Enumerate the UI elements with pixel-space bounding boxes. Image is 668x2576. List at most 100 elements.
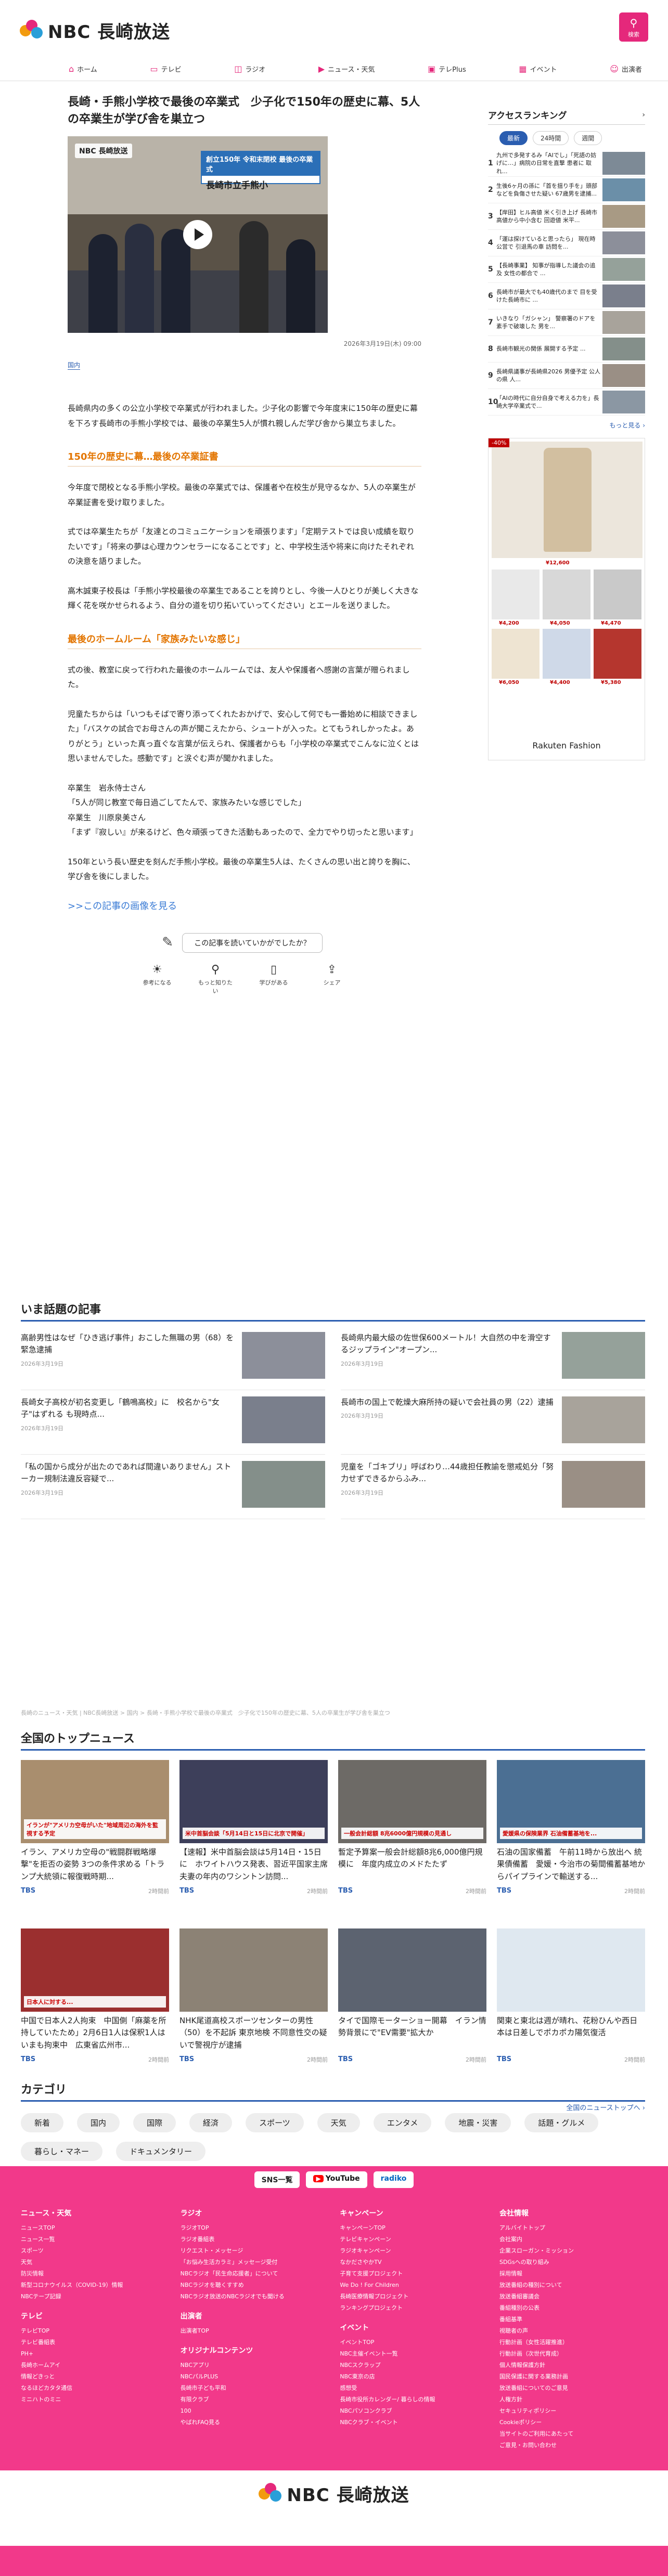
footer-link[interactable]: 長崎医療情報プロジェクト [340,2291,485,2302]
category-chip[interactable]: 新着 [21,2113,64,2132]
topnews-item[interactable]: 愛媛県の保険業界 石油備蓄基地を... 石油の国家備蓄 午前11時から放出へ 統果… [497,1760,645,1926]
trending-item[interactable]: 「私の国から成分が出たのであれば間違いありません」ストーカー規制法違反容疑で..… [21,1461,325,1519]
topnews-item[interactable]: 関東と東北は週が晴れ、花粉ひんや西日本は日差しでポカポカ陽気復活 TBS 2時間前 [497,1928,645,2095]
play-icon[interactable] [183,220,212,249]
reaction-share[interactable]: ⇪ シェア [312,963,352,995]
nav-news[interactable]: ▶ ニュース・天気 [312,57,381,81]
category-chip[interactable]: 話題・グルメ [524,2113,599,2132]
ranking-more-link[interactable]: もっと見る › [488,421,645,430]
footer-link[interactable]: 企業スローガン・ミッション [499,2245,645,2257]
footer-link[interactable]: ラジオTOP [181,2222,326,2234]
footer-link[interactable]: ラジオ番組表 [181,2234,326,2245]
reaction-more[interactable]: ⚲ もっと知りたい [196,963,235,995]
footer-link[interactable]: ラジオキャンペーン [340,2245,485,2257]
category-chip[interactable]: 国際 [133,2113,176,2132]
ranking-item[interactable]: 7 いきなり「ガシャン」 警察署のドアを素手で破壊した 男を... [488,309,645,336]
footer-link[interactable]: 会社案内 [499,2234,645,2245]
topnews-item[interactable]: 米中首脳会談「5月14日と15日に北京で開催」 【速報】米中首脳会談は5月14日・… [179,1760,328,1926]
footer-link[interactable]: 放送番組審議会 [499,2291,645,2302]
nav-event[interactable]: ▦ イベント [512,57,563,81]
footer-link[interactable]: キャンペーンTOP [340,2222,485,2234]
ranking-item[interactable]: 6 長崎市が最大でも40歳代のまで 目を受けた長崎市に ... [488,283,645,309]
footer-link[interactable]: 防災情報 [21,2268,166,2280]
article-category-tag[interactable]: 国内 [68,360,81,370]
footer-link[interactable]: NBCテープ記録 [21,2291,166,2302]
footer-link[interactable]: 100 [181,2405,326,2417]
ranking-item[interactable]: 2 生後6ヶ月の孫に「首を揺り手を」頭部などを負傷させた疑い 67歳男を逮捕... [488,177,645,203]
nav-cast[interactable]: ☺ 出演者 [603,57,648,81]
footer-heading[interactable]: 会社情報 [499,2208,645,2218]
topnews-item[interactable]: 日本人に対する... 中国で日本人2人拘束 中国側「麻薬を所持していたため」2月6… [21,1928,169,2095]
footer-link[interactable]: やばれFAQ見る [181,2417,326,2428]
footer-link[interactable]: 子育て支援プロジェクト [340,2268,485,2280]
footer-link[interactable]: NBCスクラップ [340,2360,485,2371]
footer-link[interactable]: 出演者TOP [181,2325,326,2337]
footer-heading[interactable]: ニュース・天気 [21,2208,166,2218]
footer-link[interactable]: NBCパルPLUS [181,2371,326,2383]
footer-link[interactable]: We Do ! For Children [340,2280,485,2291]
reaction-learn[interactable]: ▯ 学びがある [254,963,293,995]
category-chip[interactable]: ドキュメンタリー [116,2142,206,2161]
footer-link[interactable]: NBCラジオを聴くすすめ [181,2280,326,2291]
footer-link[interactable]: 番組基準 [499,2314,645,2325]
footer-link[interactable]: テレビキャンペーン [340,2234,485,2245]
footer-link[interactable]: NBC主催イベント一覧 [340,2348,485,2360]
trending-item[interactable]: 高齢男性はなぜ「ひき逃げ事件」おこした無職の男（68）を緊急逮捕 2026年3月1… [21,1332,325,1390]
ranking-item[interactable]: 3 【岸田】ヒル高値 米く引き上げ 長崎市高値から中小含む 回遊値 米平... [488,203,645,230]
footer-link[interactable]: Cookieポリシー [499,2417,645,2428]
footer-link[interactable]: 当サイトのご利用にあたって [499,2428,645,2440]
footer-link[interactable]: NBC東京の店 [340,2371,485,2383]
category-chip[interactable]: スポーツ [246,2113,304,2132]
footer-link[interactable]: ニュースTOP [21,2222,166,2234]
footer-link[interactable]: NBCラジオ「民生命応援者」について [181,2268,326,2280]
footer-link[interactable]: 視聴者の声 [499,2325,645,2337]
topnews-item[interactable]: NHK尾道高校スポーツセンターの男性（50）を不起訴 東京地検 不同意性交の疑い… [179,1928,328,2095]
footer-link[interactable]: 新型コロナウイルス（COVID-19）情報 [21,2280,166,2291]
footer-link[interactable]: 放送番組の種別について [499,2280,645,2291]
footer-link[interactable]: NBCラジオ放送のNBCラジオでも聞ける [181,2291,326,2302]
category-chip[interactable]: 経済 [189,2113,233,2132]
trending-item[interactable]: 長崎市の国上で乾燥大麻所持の疑いで会社員の男（22）逮捕 2026年3月19日 [341,1396,645,1455]
ranking-item[interactable]: 8 長崎市観光の関係 展開する予定 ... [488,336,645,363]
trending-item[interactable]: 長崎女子高校が初名変更し「鶴鳴高校」に 校名から"女子"はずれる も現時点...… [21,1396,325,1455]
category-chip[interactable]: 地震・災害 [445,2113,511,2132]
footer-link[interactable]: 国民保護に関する業務計画 [499,2371,645,2383]
ranking-item[interactable]: 5 【長崎事業】 知事が指導した議会の追及 女性の都合で ... [488,256,645,283]
footer-link[interactable]: リクエスト・メッセージ [181,2245,326,2257]
category-chip[interactable]: 国内 [77,2113,120,2132]
site-logo[interactable]: NBC 長崎放送 [20,18,170,43]
footer-link[interactable]: イベントTOP [340,2337,485,2348]
article-video[interactable]: NBC 長崎放送 創立150年 令和末閉校 最後の卒業式 長崎市立手熊小 [68,136,328,333]
sns-list-button[interactable]: SNS一覧 [254,2171,300,2188]
youtube-button[interactable]: ▶ YouTube [306,2171,367,2188]
footer-heading[interactable]: イベント [340,2322,485,2333]
footer-link[interactable]: NBCクラブ・イベント [340,2417,485,2428]
ranking-item[interactable]: 1 九州で多発するみ「AIでし」「死語の妨げに…」病院の日常を直撃 患者に 取れ.… [488,150,645,177]
footer-link[interactable]: なかださやかTV [340,2257,485,2268]
nav-tv[interactable]: ▭ テレビ [144,57,187,81]
footer-link[interactable]: 情報どきっと [21,2371,166,2383]
footer-link[interactable]: 感想受 [340,2383,485,2394]
footer-logo[interactable]: NBC 長崎放送 [0,2481,668,2506]
nav-radio[interactable]: ◫ ラジオ [228,57,272,81]
tab-latest[interactable]: 最新 [499,131,528,145]
footer-heading[interactable]: キャンペーン [340,2208,485,2218]
footer-link[interactable]: PH+ [21,2348,166,2360]
footer-heading[interactable]: オリジナルコンテンツ [181,2345,326,2355]
footer-link[interactable]: 番組種別の公表 [499,2302,645,2314]
category-chip[interactable]: 暮らし・マネー [21,2142,103,2161]
ranking-item[interactable]: 9 長崎県議事が長崎県2026 男優予定 公人の県 人... [488,363,645,389]
footer-heading[interactable]: テレビ [21,2311,166,2321]
footer-link[interactable]: ニュース一覧 [21,2234,166,2245]
footer-link[interactable]: 長崎ホームアイ [21,2360,166,2371]
more-images-link[interactable]: >>この記事の画像を見る [68,899,421,912]
footer-heading[interactable]: ラジオ [181,2208,326,2218]
footer-link[interactable]: 「お悩み生活カラミ」メッセージ受付 [181,2257,326,2268]
reaction-helpful[interactable]: ☀ 参考になる [137,963,177,995]
footer-link[interactable]: 人権方針 [499,2394,645,2405]
footer-link[interactable]: NBCパソコンクラブ [340,2405,485,2417]
ranking-item[interactable]: 10 「AIの時代に自分自身で考える力を」長崎大学卒業式で... [488,389,645,416]
footer-link[interactable]: 採用情報 [499,2268,645,2280]
footer-link[interactable]: 放送番組についてのご意見 [499,2383,645,2394]
footer-link[interactable]: 行動計画（次世代育成） [499,2348,645,2360]
